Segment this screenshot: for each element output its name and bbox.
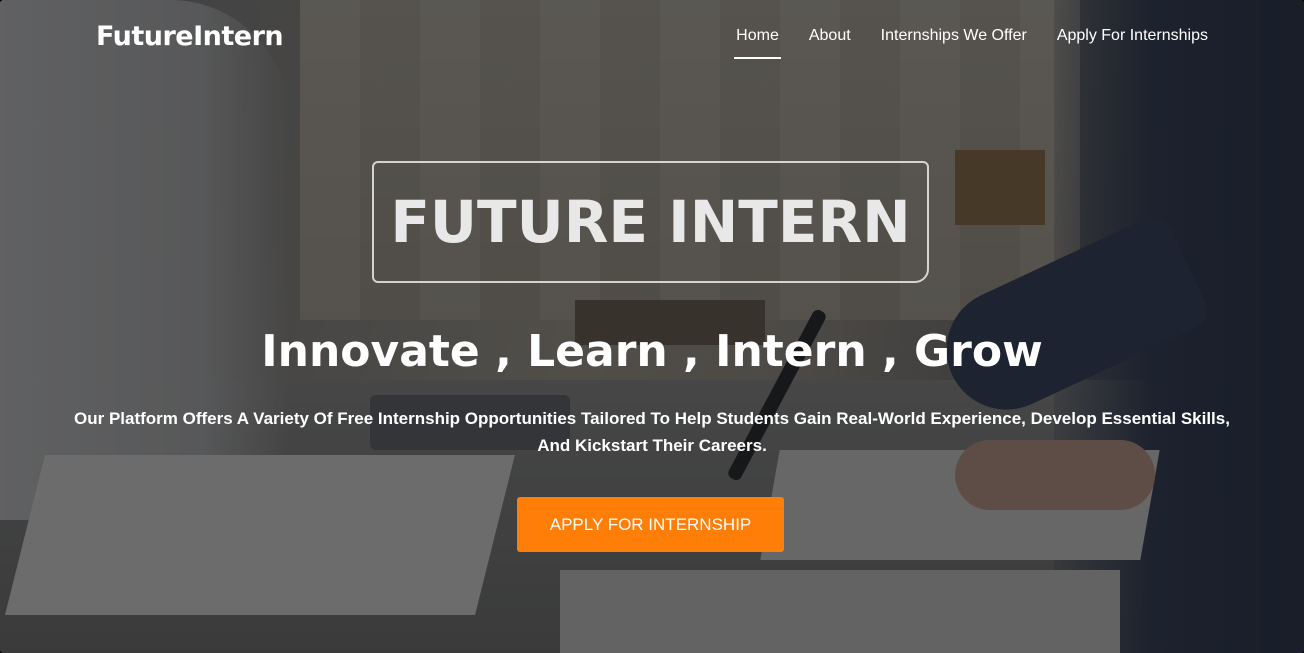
- nav-item-internships[interactable]: Internships We Offer: [881, 27, 1027, 59]
- hero-title-box: FUTURE INTERN: [372, 161, 929, 283]
- navbar: FutureIntern Home About Internships We O…: [0, 0, 1304, 80]
- nav-item-home[interactable]: Home: [734, 27, 781, 59]
- hero-description: Our Platform Offers A Variety Of Free In…: [74, 409, 1230, 455]
- nav-item-about[interactable]: About: [809, 27, 851, 59]
- hero-tagline: Innovate , Learn , Intern , Grow: [261, 326, 1043, 377]
- hero-section: FutureIntern Home About Internships We O…: [0, 0, 1304, 653]
- hero-title: FUTURE INTERN: [390, 188, 911, 256]
- apply-for-internship-button[interactable]: APPLY FOR INTERNSHIP: [517, 497, 784, 552]
- nav-item-apply[interactable]: Apply For Internships: [1057, 27, 1208, 59]
- brand-logo[interactable]: FutureIntern: [96, 21, 284, 52]
- nav-links: Home About Internships We Offer Apply Fo…: [734, 27, 1208, 59]
